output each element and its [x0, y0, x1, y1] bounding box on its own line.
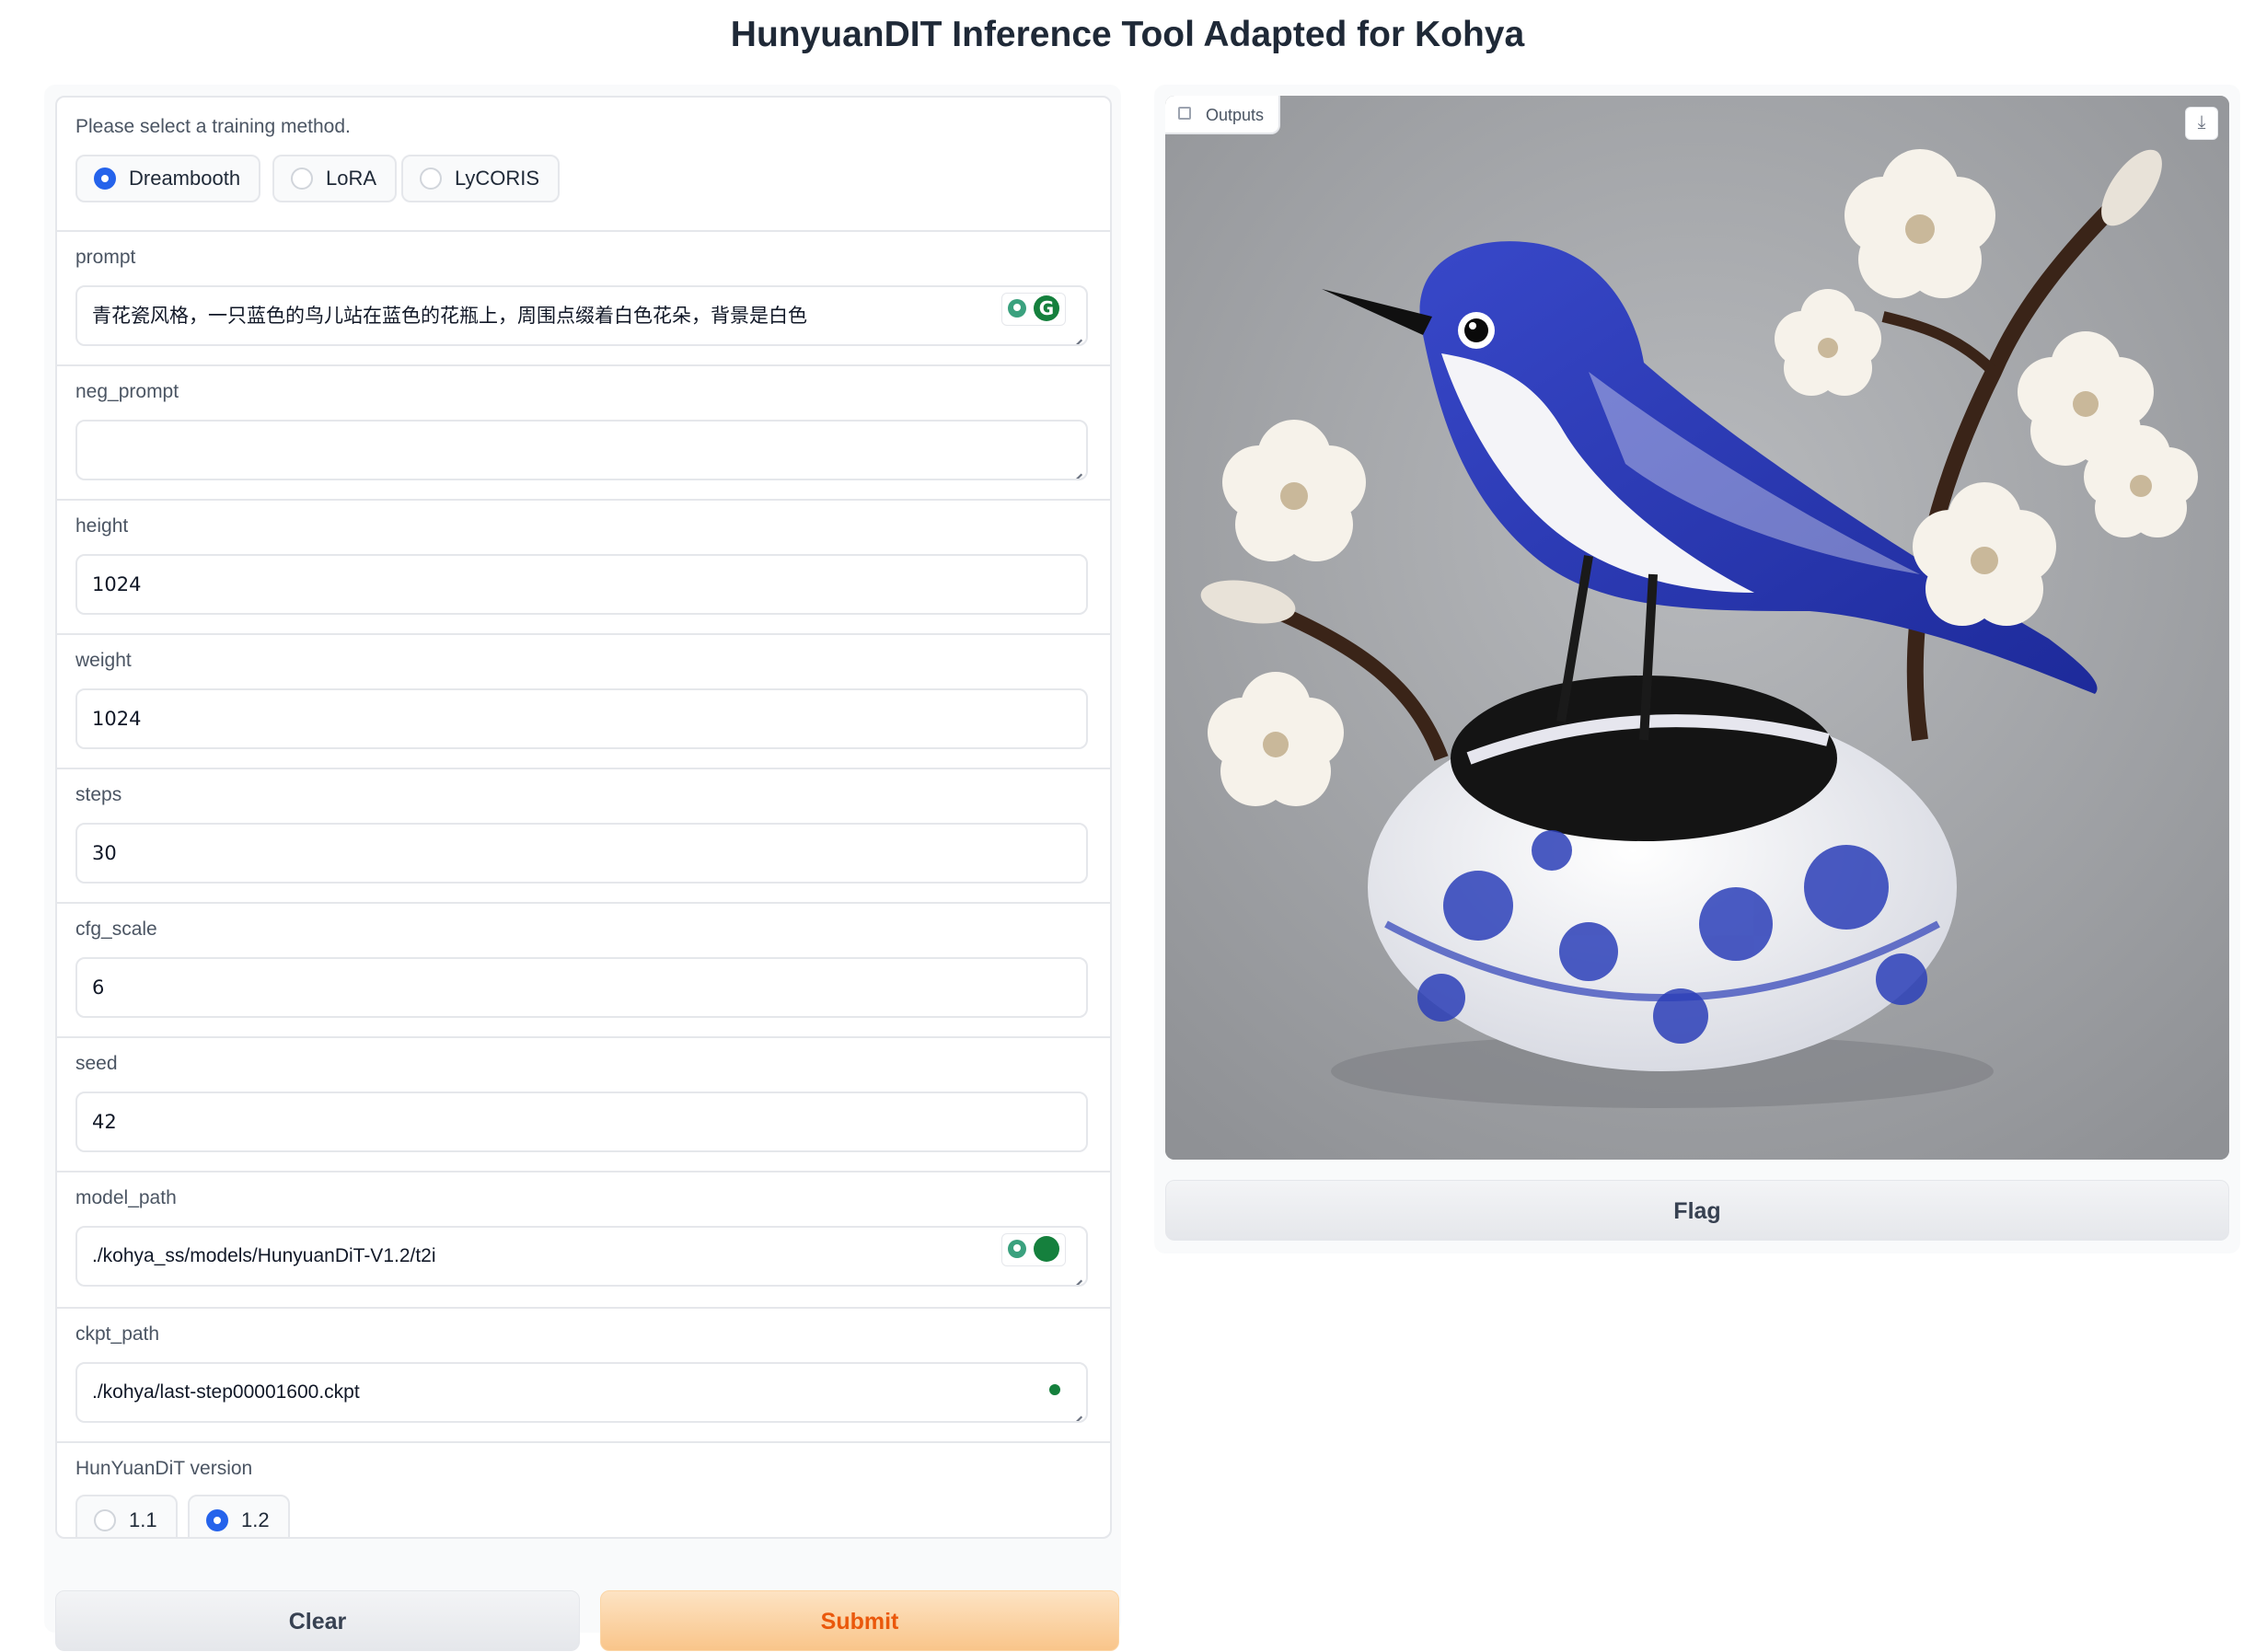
grammarly-icon[interactable]: G — [1034, 295, 1059, 321]
image-icon — [1178, 107, 1191, 120]
radio-version-1-2[interactable]: 1.2 — [188, 1495, 290, 1537]
prompt-label: prompt — [75, 247, 136, 268]
neg-prompt-label: neg_prompt — [75, 381, 179, 402]
radio-label: LoRA — [326, 167, 377, 190]
cfg-scale-label: cfg_scale — [75, 918, 157, 940]
form-card: Please select a training method. Dreambo… — [55, 96, 1112, 1539]
weight-label: weight — [75, 650, 132, 671]
radio-lora[interactable]: LoRA — [272, 155, 398, 202]
cfg-scale-block: cfg_scale 6 — [57, 902, 1110, 1038]
radio-unchecked-icon — [94, 1509, 116, 1531]
steps-label: steps — [75, 784, 122, 805]
resize-handle-icon[interactable] — [1070, 1404, 1082, 1417]
model-path-textarea[interactable]: ./kohya_ss/models/HunyuanDiT-V1.2/t2i — [75, 1226, 1088, 1287]
prompt-value: 青花瓷风格，一只蓝色的鸟儿站在蓝色的花瓶上，周围点缀着白色花朵，背景是白色 — [92, 305, 807, 327]
ckpt-path-value: ./kohya/last-step00001600.ckpt — [92, 1381, 360, 1403]
outputs-label: Outputs — [1206, 106, 1265, 124]
seed-label: seed — [75, 1053, 118, 1074]
page-title: HunyuanDIT Inference Tool Adapted for Ko… — [730, 15, 1525, 54]
submit-button[interactable]: Submit — [600, 1590, 1119, 1651]
version-block: HunYuanDiT version 1.1 1.2 — [57, 1441, 1110, 1537]
radio-lycoris[interactable]: LyCORIS — [401, 155, 561, 202]
ckpt-path-label: ckpt_path — [75, 1323, 160, 1345]
radio-checked-icon — [206, 1509, 228, 1531]
radio-dreambooth[interactable]: Dreambooth — [75, 155, 261, 202]
input-panel: Please select a training method. Dreambo… — [44, 85, 1121, 1651]
prompt-textarea[interactable]: 青花瓷风格，一只蓝色的鸟儿站在蓝色的花瓶上，周围点缀着白色花朵，背景是白色 G — [75, 285, 1088, 346]
resize-handle-icon[interactable] — [1070, 328, 1082, 341]
neg-prompt-block: neg_prompt — [57, 364, 1110, 501]
height-block: height 1024 — [57, 499, 1110, 635]
training-method-block: Please select a training method. Dreambo… — [57, 98, 1110, 232]
weight-block: weight 1024 — [57, 633, 1110, 769]
steps-input[interactable]: 30 — [75, 823, 1088, 884]
seed-input[interactable]: 42 — [75, 1092, 1088, 1152]
height-label: height — [75, 515, 129, 537]
model-path-label: model_path — [75, 1187, 177, 1208]
weight-input[interactable]: 1024 — [75, 688, 1088, 749]
flag-button[interactable]: Flag — [1165, 1180, 2229, 1241]
output-image — [1165, 96, 2229, 1160]
clear-button[interactable]: Clear — [55, 1590, 580, 1651]
training-method-label: Please select a training method. — [75, 116, 351, 137]
cfg-scale-input[interactable]: 6 — [75, 957, 1088, 1018]
outputs-tab: Outputs — [1165, 96, 1281, 134]
bulb-icon[interactable] — [1008, 1240, 1026, 1258]
radio-version-1-1[interactable]: 1.1 — [75, 1495, 178, 1537]
model-path-block: model_path ./kohya_ss/models/HunyuanDiT-… — [57, 1171, 1110, 1309]
resize-handle-icon[interactable] — [1070, 462, 1082, 475]
model-path-value: ./kohya_ss/models/HunyuanDiT-V1.2/t2i — [92, 1245, 436, 1266]
radio-label: LyCORIS — [455, 167, 540, 190]
radio-label: 1.1 — [129, 1508, 157, 1531]
output-panel: Outputs ⤓ Flag — [1154, 85, 2240, 1253]
seed-block: seed 42 — [57, 1036, 1110, 1173]
version-label: HunYuanDiT version — [75, 1458, 253, 1479]
grammarly-icon[interactable] — [1034, 1236, 1059, 1262]
radio-unchecked-icon — [420, 168, 442, 190]
bulb-icon[interactable] — [1008, 299, 1026, 318]
radio-checked-icon — [94, 168, 116, 190]
grammarly-status-icon[interactable] — [1049, 1384, 1060, 1395]
extension-icons[interactable] — [1001, 1233, 1066, 1266]
radio-unchecked-icon — [291, 168, 313, 190]
steps-block: steps 30 — [57, 768, 1110, 904]
ckpt-path-block: ckpt_path ./kohya/last-step00001600.ckpt — [57, 1307, 1110, 1443]
radio-label: 1.2 — [241, 1508, 270, 1531]
ckpt-path-textarea[interactable]: ./kohya/last-step00001600.ckpt — [75, 1362, 1088, 1423]
neg-prompt-textarea[interactable] — [75, 420, 1088, 480]
resize-handle-icon[interactable] — [1070, 1268, 1082, 1281]
prompt-block: prompt 青花瓷风格，一只蓝色的鸟儿站在蓝色的花瓶上，周围点缀着白色花朵，背… — [57, 230, 1110, 366]
extension-icons[interactable]: G — [1001, 293, 1066, 326]
height-input[interactable]: 1024 — [75, 554, 1088, 615]
radio-label: Dreambooth — [129, 167, 241, 190]
download-icon[interactable]: ⤓ — [2185, 107, 2218, 140]
output-image-container: Outputs ⤓ — [1165, 96, 2229, 1160]
